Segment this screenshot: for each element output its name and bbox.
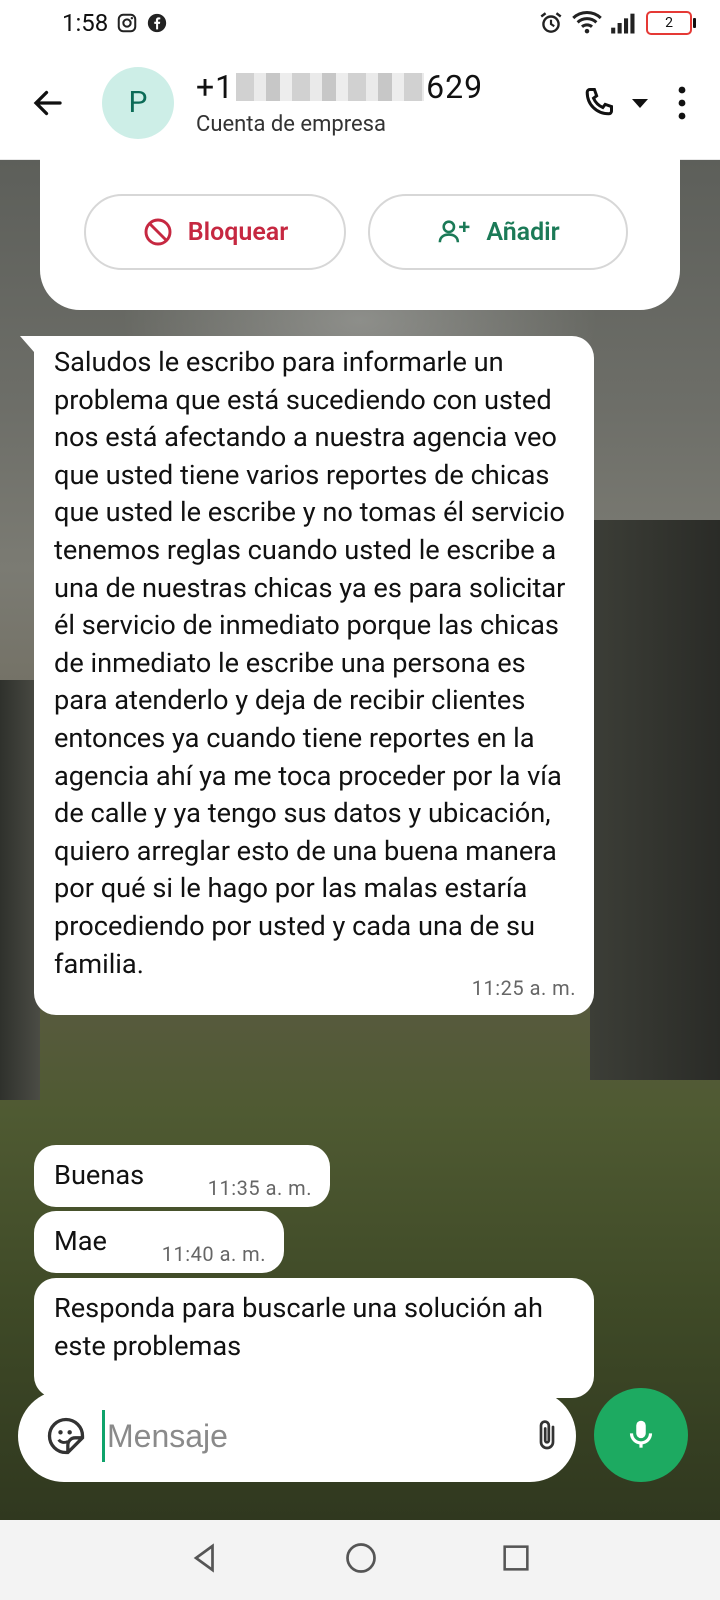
battery-icon: 2 <box>646 11 696 35</box>
contact-title[interactable]: +1 629 Cuenta de empresa <box>196 68 483 137</box>
message-text: Responda para buscarle una solución ah e… <box>54 1292 543 1362</box>
wallpaper-stone <box>590 520 720 1080</box>
status-bar: 1:58 2 <box>0 0 720 46</box>
redacted-phone-digits <box>236 73 425 101</box>
contact-info-card: Bloquear Añadir <box>40 150 680 310</box>
contact-phone: +1 629 <box>196 68 483 106</box>
message-text: Buenas <box>54 1159 145 1192</box>
triangle-back-icon <box>193 1543 214 1573</box>
add-contact-button[interactable]: Añadir <box>368 194 628 270</box>
status-right: 2 <box>538 10 696 36</box>
call-options-button[interactable] <box>626 81 654 125</box>
caret-down-icon <box>632 98 648 108</box>
phone-suffix: 629 <box>426 68 484 106</box>
add-person-icon <box>438 220 470 243</box>
sticker-icon <box>47 1417 85 1455</box>
square-recents-icon <box>503 1545 529 1571</box>
voice-message-button[interactable] <box>594 1388 688 1482</box>
message-input[interactable] <box>102 1410 529 1462</box>
microphone-icon <box>629 1420 653 1448</box>
chat-header: P +1 629 Cuenta de empresa <box>0 46 720 160</box>
back-button[interactable] <box>24 79 72 127</box>
alarm-icon <box>538 10 564 36</box>
arrow-left-icon <box>33 90 62 115</box>
avatar[interactable]: P <box>102 66 174 139</box>
message-time: 11:40 a. m. <box>161 1242 266 1267</box>
message-text: Saludos le escribo para informarle un pr… <box>54 346 566 980</box>
circle-home-icon <box>346 1543 376 1573</box>
phone-icon <box>585 87 613 115</box>
block-icon <box>144 218 172 246</box>
message-composer <box>18 1390 642 1482</box>
message-text: Mae <box>54 1225 107 1258</box>
message-time: 11:25 a. m. <box>471 975 576 1000</box>
add-label: Añadir <box>486 217 560 247</box>
message-bubble[interactable]: Mae 11:40 a. m. <box>34 1211 284 1273</box>
facebook-icon <box>146 12 168 34</box>
message-bubble[interactable]: Saludos le escribo para informarle un pr… <box>20 336 594 1016</box>
avatar-letter: P <box>128 85 148 120</box>
status-time: 1:58 <box>62 9 109 37</box>
status-left: 1:58 <box>62 9 168 37</box>
header-actions <box>576 81 704 125</box>
battery-level: 2 <box>665 15 673 31</box>
instagram-icon <box>116 12 138 34</box>
sticker-button[interactable] <box>44 1414 88 1458</box>
more-options-button[interactable] <box>660 81 704 125</box>
message-bubble[interactable]: Buenas 11:35 a. m. <box>34 1145 330 1207</box>
attach-button[interactable] <box>529 1416 565 1456</box>
block-button[interactable]: Bloquear <box>84 194 346 270</box>
call-button[interactable] <box>576 81 620 125</box>
wifi-icon <box>572 10 602 36</box>
message-time: 11:35 a. m. <box>207 1176 312 1201</box>
signal-icon <box>610 11 638 35</box>
nav-home-button[interactable] <box>343 1540 379 1580</box>
nav-back-button[interactable] <box>187 1540 223 1580</box>
message-bubble[interactable]: Responda para buscarle una solución ah e… <box>34 1278 594 1398</box>
system-nav-bar <box>0 1520 720 1600</box>
more-vertical-icon <box>678 86 686 119</box>
phone-prefix: +1 <box>196 68 235 106</box>
block-label: Bloquear <box>187 217 289 247</box>
contact-subtitle: Cuenta de empresa <box>196 112 386 137</box>
nav-recents-button[interactable] <box>499 1541 533 1579</box>
paperclip-icon <box>539 1420 555 1450</box>
